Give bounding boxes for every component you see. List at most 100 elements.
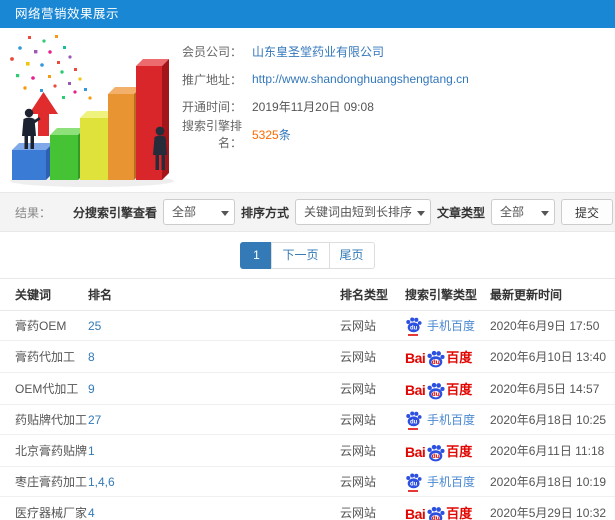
svg-text:du: du <box>410 481 418 487</box>
open-time-value: 2019年11月20日 09:08 <box>252 100 374 115</box>
updated-cell: 2020年6月9日 17:50 <box>490 310 615 341</box>
keyword-cell: 枣庄膏药加工 <box>0 466 88 497</box>
header-rank: 排名 <box>88 278 340 311</box>
sort-label: 排序方式 <box>240 205 289 220</box>
rank-link[interactable]: 25 <box>88 319 101 333</box>
table-row: 枣庄膏药加工 1,4,6 云网站 du 手机百度 2020年6月18日 10:1… <box>0 466 615 497</box>
table-row: 膏药OEM 25 云网站 du 手机百度 2020年6月9日 17:50 <box>0 310 615 341</box>
engine-type-cell: du 手机百度 <box>405 310 490 341</box>
engine-filter-value: 全部 <box>171 205 196 219</box>
growth-chart-illustration <box>10 35 174 187</box>
bar-green <box>50 128 85 180</box>
table-row: 北京膏药贴牌 1 云网站 Bai du 百度 2020年6月11日 11:18 <box>0 434 615 467</box>
svg-text:du: du <box>432 515 440 520</box>
engine-label: 手机百度 <box>427 475 476 489</box>
keyword-rank-table: 关键词 排名 排名类型 搜索引擎类型 最新更新时间 膏药OEM 25 云网站 d… <box>0 278 615 520</box>
rank-cell: 27 <box>88 404 340 435</box>
baidu-paw-icon: du <box>405 317 422 336</box>
baidu-paw-icon: du <box>405 411 422 430</box>
rank-type-cell: 云网站 <box>340 310 405 341</box>
updated-cell: 2020年6月18日 10:19 <box>490 466 615 497</box>
pagination-area: 1 下一页 尾页 <box>0 232 615 278</box>
article-type-value: 全部 <box>499 205 524 219</box>
baidu-paw-icon: du <box>427 350 445 368</box>
next-page-button[interactable]: 下一页 <box>271 241 330 269</box>
rank-type-cell: 云网站 <box>340 404 405 435</box>
sort-select[interactable]: 关键词由短到长排序 <box>294 199 431 225</box>
header-rank-type: 排名类型 <box>340 278 405 311</box>
engine-label: 百度 <box>446 506 473 520</box>
engine-type-cell: Bai du 百度 <box>405 496 490 520</box>
engine-rank-row: 搜索引擎排名： 5325条 <box>160 119 615 150</box>
baidu-paw-icon: du <box>406 317 422 333</box>
baidu-logo: Bai du 百度 <box>405 347 473 368</box>
baidu-bai-text: Bai <box>405 444 426 460</box>
submit-button[interactable]: 提交 <box>560 199 613 225</box>
rank-cell: 1,4,6 <box>88 466 340 497</box>
updated-cell: 2020年5月29日 10:32 <box>490 496 615 520</box>
keyword-cell: 膏药OEM <box>0 310 88 341</box>
engine-filter-label: 分搜索引擎查看 <box>72 205 157 220</box>
table-row: 医疗器械厂家 4 云网站 Bai du 百度 2020年5月29日 10:32 <box>0 496 615 520</box>
header-keyword: 关键词 <box>0 278 88 311</box>
engine-type-cell: du 手机百度 <box>405 404 490 435</box>
svg-text:du: du <box>410 419 418 425</box>
engine-rank-unit: 条 <box>278 127 291 142</box>
mobile-baidu-logo: du 手机百度 <box>405 411 476 430</box>
keyword-cell: 药贴牌代加工 <box>0 404 88 435</box>
member-info-section: 会员公司： 山东皇圣堂药业有限公司 推广地址： http://www.shand… <box>0 28 615 192</box>
page-title: 网络营销效果展示 <box>15 7 120 21</box>
keyword-cell: 北京膏药贴牌 <box>0 434 88 467</box>
table-header-row: 关键词 排名 排名类型 搜索引擎类型 最新更新时间 <box>0 278 615 311</box>
engine-type-cell: Bai du 百度 <box>405 340 490 373</box>
rank-link[interactable]: 8 <box>88 350 95 364</box>
rank-link[interactable]: 4 <box>88 506 95 520</box>
member-info-fields: 会员公司： 山东皇圣堂药业有限公司 推广地址： http://www.shand… <box>160 28 615 150</box>
engine-type-cell: Bai du 百度 <box>405 434 490 467</box>
rank-link[interactable]: 27 <box>88 413 101 427</box>
baidu-bai-text: Bai <box>405 382 426 398</box>
rank-link[interactable]: 9 <box>88 382 95 396</box>
updated-cell: 2020年6月5日 14:57 <box>490 372 615 405</box>
rank-link[interactable]: 1 <box>88 444 95 458</box>
header-updated: 最新更新时间 <box>490 278 615 311</box>
article-type-select[interactable]: 全部 <box>490 199 555 225</box>
header-engine-type: 搜索引擎类型 <box>405 278 490 311</box>
chevron-down-icon <box>540 211 549 216</box>
rank-type-cell: 云网站 <box>340 496 405 520</box>
company-link[interactable]: 山东皇圣堂药业有限公司 <box>252 43 384 60</box>
rank-type-cell: 云网站 <box>340 466 405 497</box>
rank-cell: 1 <box>88 434 340 467</box>
updated-cell: 2020年6月10日 13:40 <box>490 340 615 373</box>
baidu-redline <box>408 334 418 336</box>
table-row: 药贴牌代加工 27 云网站 du 手机百度 2020年6月18日 10:25 <box>0 404 615 435</box>
baidu-bai-text: Bai <box>405 350 426 366</box>
engine-label: 手机百度 <box>427 413 476 427</box>
filter-bar: 结果： 分搜索引擎查看 全部 排序方式 关键词由短到长排序 文章类型 全部 提交 <box>0 192 615 232</box>
rank-link[interactable]: 1,4,6 <box>88 475 115 489</box>
chevron-down-icon <box>220 211 229 216</box>
engine-type-cell: du 手机百度 <box>405 466 490 497</box>
engine-label: 百度 <box>446 350 473 365</box>
svg-text:du: du <box>432 453 440 460</box>
chevron-down-icon <box>416 211 425 216</box>
pagination: 1 下一页 尾页 <box>240 241 375 269</box>
promo-url-link[interactable]: http://www.shandonghuangshengtang.cn <box>252 72 469 86</box>
result-label: 结果： <box>15 205 52 220</box>
keyword-cell: OEM代加工 <box>0 372 88 405</box>
last-page-button[interactable]: 尾页 <box>328 241 375 269</box>
article-type-label: 文章类型 <box>436 205 485 220</box>
page-button-current[interactable]: 1 <box>240 241 273 269</box>
baidu-paw-icon: du <box>427 506 445 520</box>
rank-cell: 9 <box>88 372 340 405</box>
engine-label: 百度 <box>446 444 473 459</box>
engine-filter-select[interactable]: 全部 <box>162 199 235 225</box>
table-row: 膏药代加工 8 云网站 Bai du 百度 2020年6月10日 13:40 <box>0 340 615 373</box>
engine-label: 手机百度 <box>427 319 476 333</box>
engine-type-cell: Bai du 百度 <box>405 372 490 405</box>
updated-cell: 2020年6月11日 11:18 <box>490 434 615 467</box>
filter-controls: 分搜索引擎查看 全部 排序方式 关键词由短到长排序 文章类型 全部 提交 <box>73 199 613 225</box>
engine-label: 百度 <box>446 382 473 397</box>
businessman-left <box>22 108 41 149</box>
promo-url-row: 推广地址： http://www.shandonghuangshengtang.… <box>160 66 615 94</box>
